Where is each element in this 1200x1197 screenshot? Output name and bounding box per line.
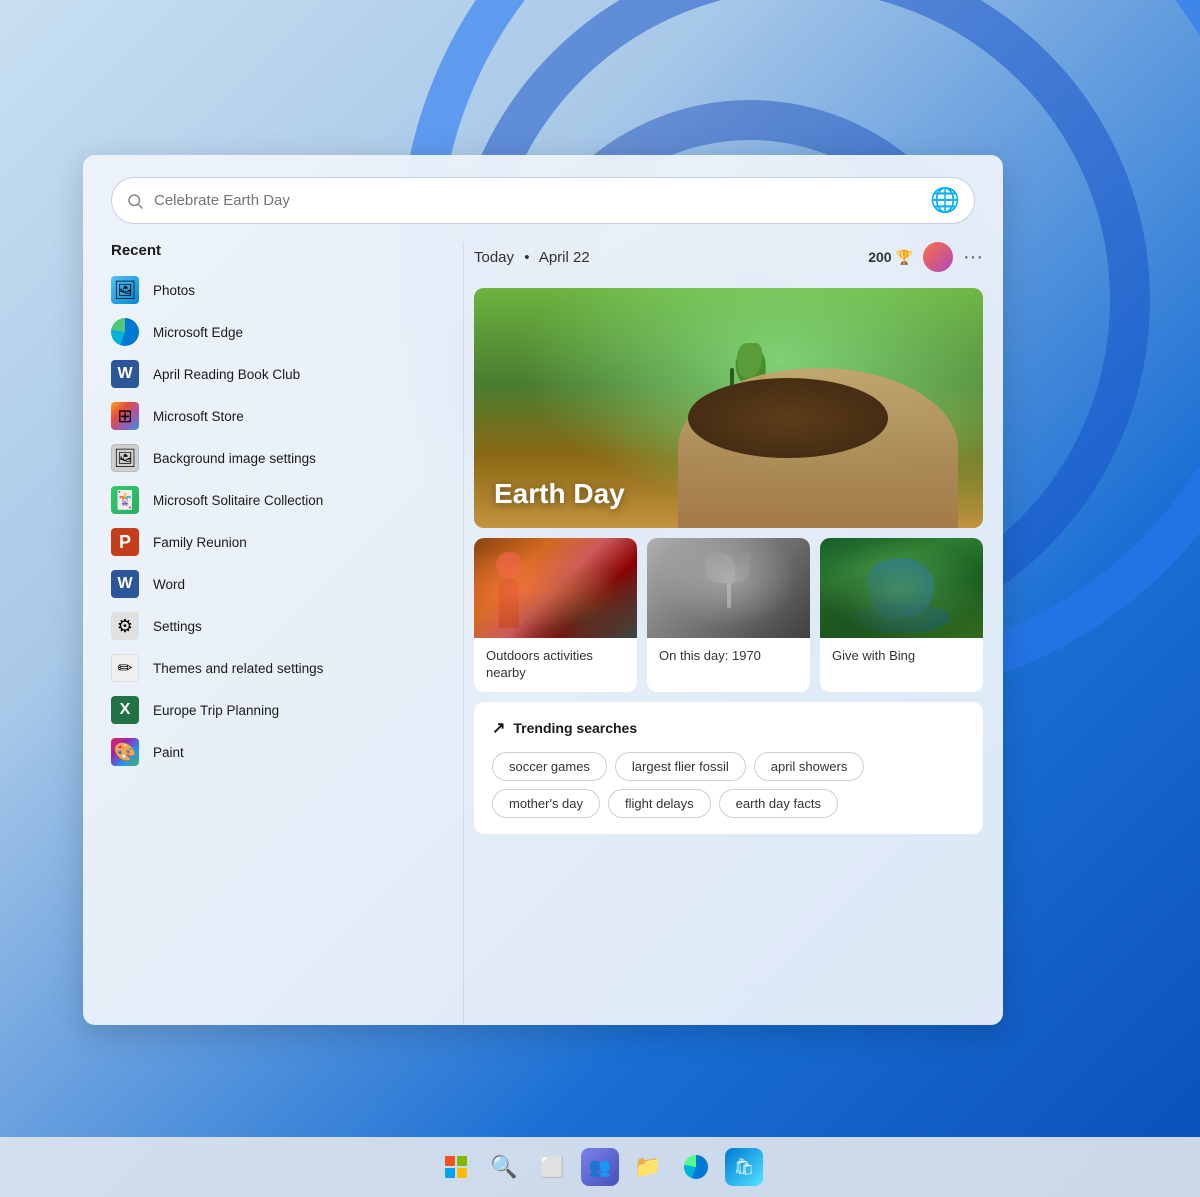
card-givewithbing[interactable]: Give with Bing [820,538,983,692]
app-name-family-reunion: Family Reunion [153,535,247,550]
trending-pill-largest-flier-fossil[interactable]: largest flier fossil [615,752,746,781]
app-item-word-doc[interactable]: W April Reading Book Club [103,353,443,395]
app-name-store: Microsoft Store [153,409,244,424]
app-icon-edge [111,318,139,346]
user-avatar[interactable] [923,242,953,272]
card-outdoors-image [474,538,637,638]
app-icon-word-doc: W [111,360,139,388]
hero-card[interactable]: Earth Day [474,288,983,528]
app-item-solitaire[interactable]: 🃏 Microsoft Solitaire Collection [103,479,443,521]
app-icon-bg-settings: 🖼 [111,444,139,472]
app-name-bg-settings: Background image settings [153,451,316,466]
search-bar[interactable]: 🌐 [111,177,975,224]
app-item-europe-trip[interactable]: X Europe Trip Planning [103,689,443,731]
trending-title: Trending searches [513,720,637,736]
card-givewithbing-label: Give with Bing [820,638,983,675]
app-icon-photos: 🖼 [111,276,139,304]
content-area: Recent 🖼 Photos Microsoft Edge W April R… [83,242,1003,1025]
trending-arrow-icon: ↗ [492,718,505,738]
taskbar-store-button[interactable]: 🛍 [725,1148,763,1186]
trending-header: ↗ Trending searches [492,718,965,738]
today-header: Today • April 22 200 🏆 ··· [474,242,983,272]
today-date: Today • April 22 [474,249,590,266]
points-badge: 200 🏆 [868,249,913,266]
card-givewithbing-image [820,538,983,638]
trending-pill-soccer-games[interactable]: soccer games [492,752,607,781]
more-options-button[interactable]: ··· [963,246,983,269]
taskbar-windows-button[interactable] [437,1148,475,1186]
app-name-paint: Paint [153,745,184,760]
app-name-themes: Themes and related settings [153,661,323,676]
trending-section: ↗ Trending searches soccer games largest … [474,702,983,834]
app-item-edge[interactable]: Microsoft Edge [103,311,443,353]
main-content: Today • April 22 200 🏆 ··· [464,242,1003,1025]
app-item-bg-settings[interactable]: 🖼 Background image settings [103,437,443,479]
app-name-edge: Microsoft Edge [153,325,243,340]
sidebar-section-title: Recent [103,242,443,259]
search-input[interactable] [154,192,920,209]
card-onthisday-label: On this day: 1970 [647,638,810,675]
app-icon-word: W [111,570,139,598]
app-icon-europe-trip: X [111,696,139,724]
start-menu-panel: 🌐 Recent 🖼 Photos Microsoft Edge W April… [83,155,1003,1025]
app-item-photos[interactable]: 🖼 Photos [103,269,443,311]
trending-pill-april-showers[interactable]: april showers [754,752,865,781]
today-right-controls: 200 🏆 ··· [868,242,983,272]
app-item-paint[interactable]: 🎨 Paint [103,731,443,773]
app-name-photos: Photos [153,283,195,298]
trending-pill-flight-delays[interactable]: flight delays [608,789,711,818]
card-onthisday[interactable]: On this day: 1970 [647,538,810,692]
taskbar-search-button[interactable]: 🔍 [485,1148,523,1186]
app-item-word[interactable]: W Word [103,563,443,605]
trophy-icon: 🏆 [896,249,913,266]
hero-title: Earth Day [494,478,625,510]
app-icon-store: ⊞ [111,402,139,430]
card-outdoors[interactable]: Outdoors activities nearby [474,538,637,692]
app-icon-themes: ✏ [111,654,139,682]
trending-pill-mothers-day[interactable]: mother's day [492,789,600,818]
taskbar-edge-button[interactable] [677,1148,715,1186]
app-item-themes[interactable]: ✏ Themes and related settings [103,647,443,689]
app-name-settings: Settings [153,619,202,634]
app-icon-solitaire: 🃏 [111,486,139,514]
taskbar-task-view-button[interactable]: ⬜ [533,1148,571,1186]
search-globe-badge: 🌐 [930,186,960,215]
card-onthisday-image [647,538,810,638]
app-icon-family-reunion: P [111,528,139,556]
taskbar-teams-button[interactable]: 👥 [581,1148,619,1186]
app-name-europe-trip: Europe Trip Planning [153,703,279,718]
app-item-store[interactable]: ⊞ Microsoft Store [103,395,443,437]
app-icon-paint: 🎨 [111,738,139,766]
search-icon [126,192,144,210]
app-name-solitaire: Microsoft Solitaire Collection [153,493,323,508]
app-list: 🖼 Photos Microsoft Edge W April Reading … [103,269,443,773]
app-item-family-reunion[interactable]: P Family Reunion [103,521,443,563]
sidebar-recent: Recent 🖼 Photos Microsoft Edge W April R… [83,242,463,1025]
taskbar: 🔍 ⬜ 👥 📁 🛍 [0,1137,1200,1197]
app-icon-settings: ⚙ [111,612,139,640]
app-name-word-doc: April Reading Book Club [153,367,300,382]
app-item-settings[interactable]: ⚙ Settings [103,605,443,647]
app-name-word: Word [153,577,185,592]
taskbar-explorer-button[interactable]: 📁 [629,1148,667,1186]
trending-pills: soccer games largest flier fossil april sh… [492,752,965,818]
card-outdoors-label: Outdoors activities nearby [474,638,637,692]
small-cards-row: Outdoors activities nearby On this day: … [474,538,983,692]
trending-pill-earth-day-facts[interactable]: earth day facts [719,789,838,818]
edge-icon [684,1155,708,1179]
